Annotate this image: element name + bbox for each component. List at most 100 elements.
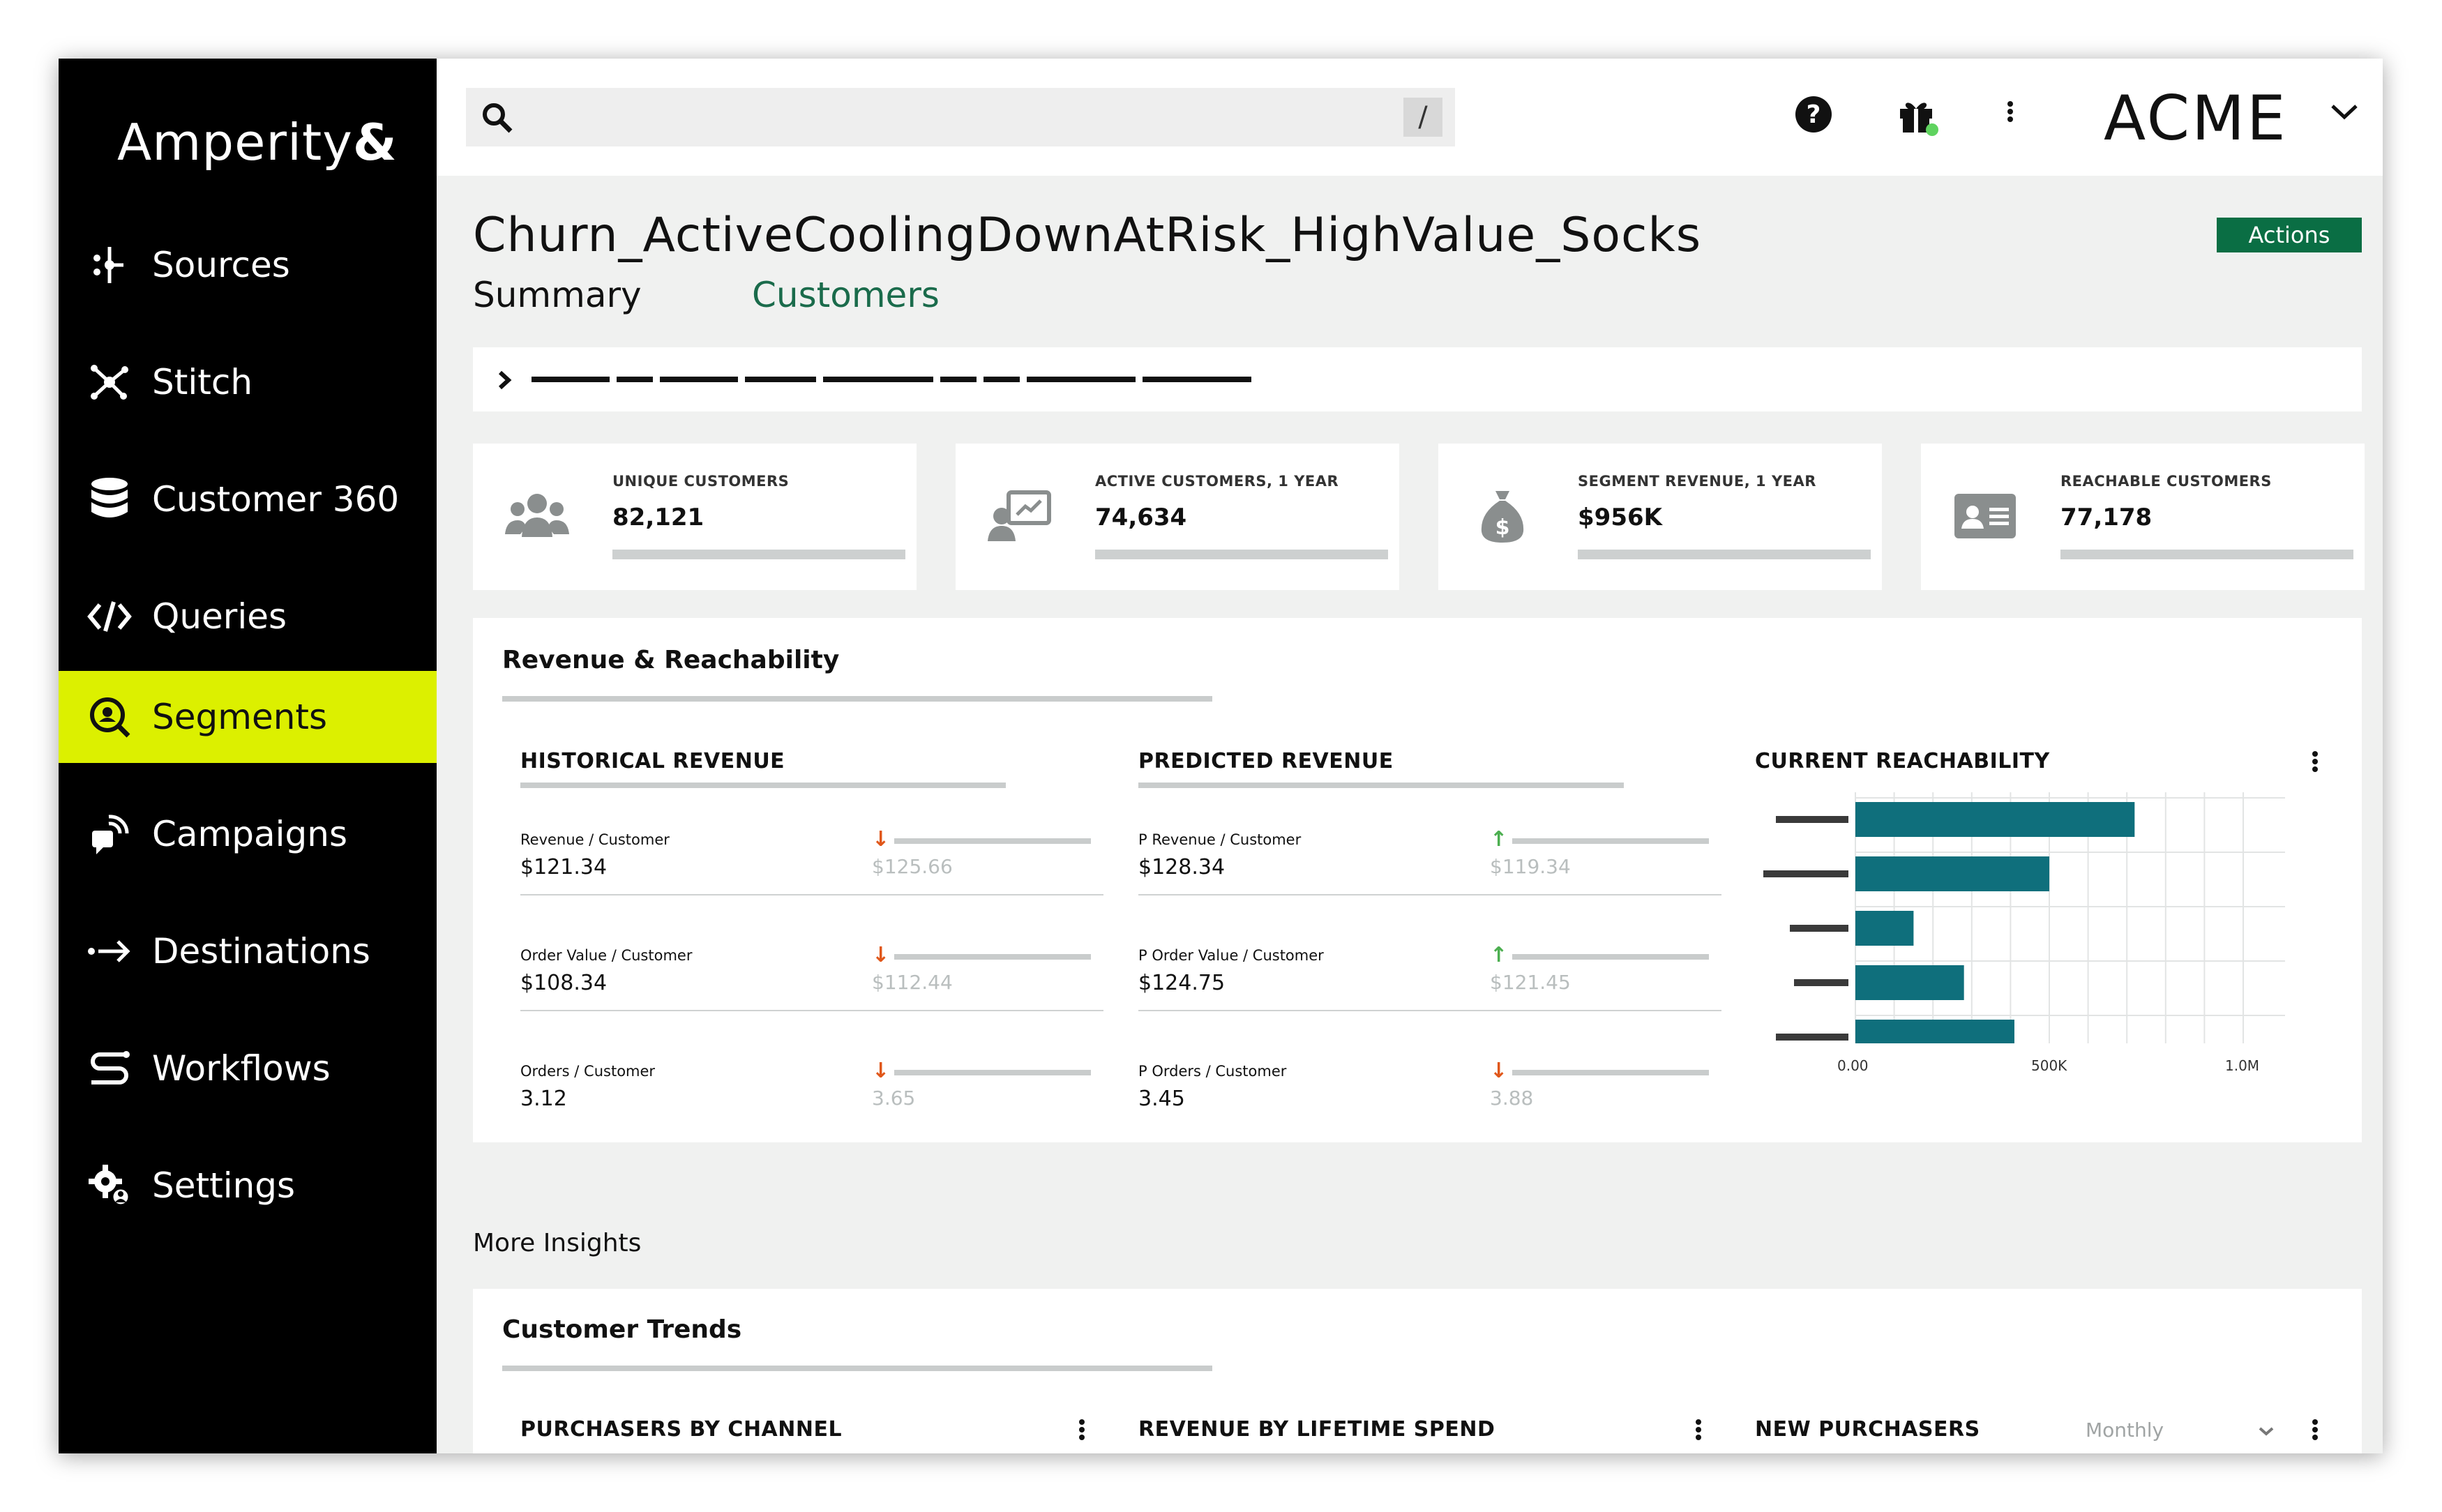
kpi-card-active-customers: ACTIVE CUSTOMERS, 1 YEAR 74,634: [956, 444, 1399, 590]
nav-item-destinations[interactable]: Destinations: [59, 905, 437, 997]
nav-item-stitch[interactable]: Stitch: [59, 336, 437, 428]
divider: [1138, 1010, 1721, 1011]
metric-value: $108.34: [520, 971, 608, 995]
actions-button[interactable]: Actions: [2217, 218, 2362, 252]
skeleton-line: [617, 377, 653, 382]
database-icon: [85, 475, 134, 524]
revenue-reachability-card: Revenue & Reachability HISTORICAL REVENU…: [473, 618, 2362, 1142]
skeleton-line: [894, 954, 1091, 960]
new-purchasers-title: NEW PURCHASERS: [1755, 1417, 1980, 1442]
kpi-label: UNIQUE CUSTOMERS: [612, 473, 790, 490]
nav-label: Queries: [152, 596, 287, 637]
nav-item-sources[interactable]: Sources: [59, 219, 437, 311]
search-shortcut-hint: /: [1403, 98, 1442, 137]
app-window: Amperity& Sources Stitch Customer 360 Qu…: [59, 59, 2383, 1453]
bar[interactable]: [1855, 802, 2135, 837]
nav-item-queries[interactable]: Queries: [59, 570, 437, 663]
search-icon: [483, 103, 513, 133]
revenue-by-lifetime-spend-title: REVENUE BY LIFETIME SPEND: [1138, 1417, 1495, 1442]
nav-label: Sources: [152, 245, 290, 285]
metric-label: Orders / Customer: [520, 1063, 656, 1080]
purchasers-by-channel-title: PURCHASERS BY CHANNEL: [520, 1417, 843, 1442]
kpi-bar: [1095, 550, 1388, 559]
page-title: Churn_ActiveCoolingDownAtRisk_HighValue_…: [473, 208, 1702, 263]
bar[interactable]: [1855, 911, 1914, 946]
help-icon[interactable]: ?: [1791, 92, 1836, 137]
tenant-name[interactable]: ACME: [2104, 82, 2288, 154]
nav-item-customer-360[interactable]: Customer 360: [59, 453, 437, 545]
nav-item-settings[interactable]: Settings: [59, 1140, 437, 1232]
kpi-card-reachable-customers: REACHABLE CUSTOMERS 77,178: [1921, 444, 2365, 590]
campaigns-icon: [85, 810, 134, 859]
divider: [520, 894, 1103, 895]
metric-previous: $119.34: [1490, 855, 1571, 878]
nav-item-workflows[interactable]: Workflows: [59, 1022, 437, 1114]
nav-label: Campaigns: [152, 814, 348, 854]
bar[interactable]: [1855, 965, 1964, 1000]
kpi-label: REACHABLE CUSTOMERS: [2060, 473, 2272, 490]
svg-text:?: ?: [1807, 100, 1821, 129]
skeleton-line: [940, 377, 977, 382]
x-tick-label: 500K: [2031, 1057, 2067, 1074]
sidebar: Amperity& Sources Stitch Customer 360 Qu…: [59, 59, 437, 1453]
logo[interactable]: Amperity&: [117, 113, 398, 172]
code-icon: [85, 592, 134, 641]
chart-menu-icon[interactable]: [1694, 1417, 1703, 1442]
nav-label: Destinations: [152, 931, 370, 972]
gift-icon[interactable]: [1894, 92, 1939, 137]
metric-label: P Order Value / Customer: [1138, 947, 1324, 964]
chevron-right-icon[interactable]: [497, 370, 513, 391]
money-bag-icon: $: [1481, 491, 1524, 543]
tab-customers[interactable]: Customers: [752, 275, 940, 315]
segments-icon: [85, 693, 134, 741]
skeleton-line: [502, 696, 1212, 702]
bar[interactable]: [1855, 1020, 2014, 1043]
id-card-icon: [1954, 494, 2016, 538]
segment-definition-bar[interactable]: [473, 347, 2362, 411]
x-tick-label: 0.00: [1837, 1057, 1869, 1074]
trend-down-icon: ↓: [872, 827, 890, 852]
skeleton-line: [823, 377, 933, 382]
chart-menu-icon[interactable]: [2310, 749, 2320, 774]
trend-up-icon: ↑: [1490, 943, 1508, 967]
period-select[interactable]: Monthly: [2086, 1419, 2164, 1442]
metric-value: 3.45: [1138, 1087, 1185, 1111]
metric-previous: 3.65: [872, 1087, 916, 1110]
kpi-value: 77,178: [2060, 504, 2153, 531]
chevron-down-icon[interactable]: [2328, 102, 2360, 123]
trend-down-icon: ↓: [872, 1059, 890, 1083]
trend-down-icon: ↓: [872, 943, 890, 967]
metric-value: $124.75: [1138, 971, 1226, 995]
chart-menu-icon[interactable]: [1077, 1417, 1087, 1442]
metric-previous: $112.44: [872, 971, 953, 994]
main-content: Churn_ActiveCoolingDownAtRisk_HighValue_…: [437, 176, 2383, 1453]
users-icon: [505, 494, 569, 537]
nav-label: Settings: [152, 1165, 296, 1206]
nav-item-campaigns[interactable]: Campaigns: [59, 788, 437, 880]
more-menu-icon[interactable]: [2005, 99, 2016, 124]
section-title: Customer Trends: [502, 1315, 742, 1344]
skeleton-line: [520, 783, 1006, 788]
x-tick-label: 1.0M: [2225, 1057, 2260, 1074]
kpi-label: ACTIVE CUSTOMERS, 1 YEAR: [1095, 473, 1339, 490]
skeleton-line: [660, 377, 738, 382]
metric-value: $128.34: [1138, 855, 1226, 879]
bar[interactable]: [1855, 856, 2049, 891]
metric-value: 3.12: [520, 1087, 567, 1111]
kpi-card-segment-revenue: $ SEGMENT REVENUE, 1 YEAR $956K: [1438, 444, 1882, 590]
skeleton-line: [894, 838, 1091, 844]
category-label-placeholder: [1794, 979, 1848, 986]
skeleton-line: [894, 1070, 1091, 1075]
chevron-down-icon[interactable]: [2257, 1426, 2275, 1438]
category-label-placeholder: [1776, 1034, 1848, 1041]
top-bar: / ? ACME: [437, 59, 2383, 176]
search-input[interactable]: /: [466, 88, 1455, 146]
metric-label: Order Value / Customer: [520, 947, 693, 964]
nav-label: Customer 360: [152, 479, 400, 520]
chart-menu-icon[interactable]: [2310, 1417, 2320, 1442]
historical-revenue-title: HISTORICAL REVENUE: [520, 749, 785, 773]
category-label-placeholder: [1790, 925, 1848, 932]
nav-item-segments[interactable]: Segments: [59, 671, 437, 763]
tab-summary[interactable]: Summary: [473, 275, 642, 315]
skeleton-line: [1143, 377, 1251, 382]
